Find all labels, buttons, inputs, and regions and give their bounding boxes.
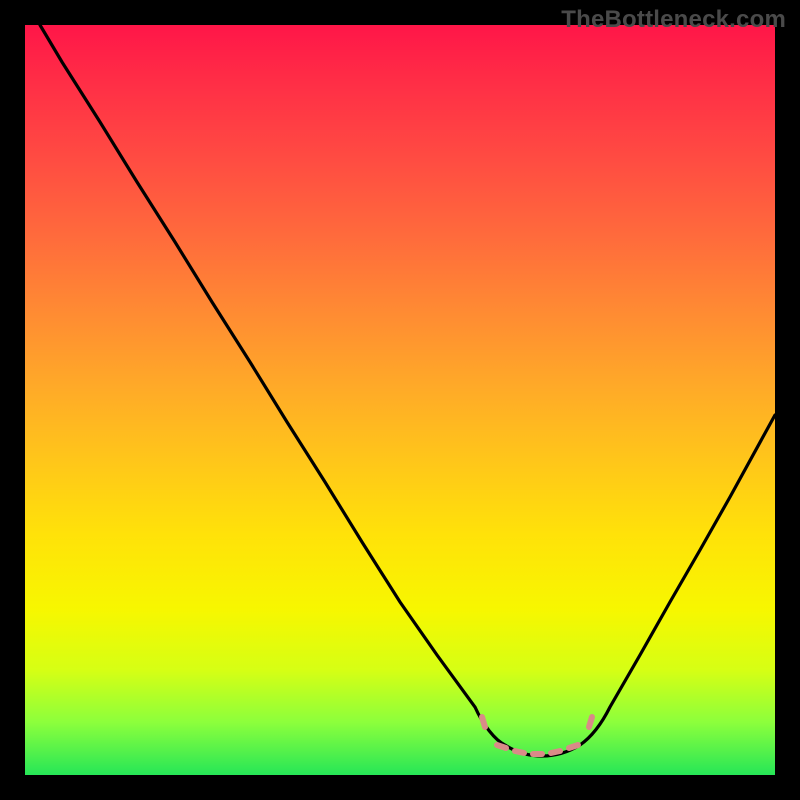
plot-area: [25, 25, 775, 775]
curve-path: [40, 25, 775, 756]
chart-frame: TheBottleneck.com: [0, 0, 800, 800]
optimal-band: [482, 717, 592, 754]
watermark-text: TheBottleneck.com: [561, 6, 786, 34]
bottleneck-curve: [25, 25, 775, 775]
